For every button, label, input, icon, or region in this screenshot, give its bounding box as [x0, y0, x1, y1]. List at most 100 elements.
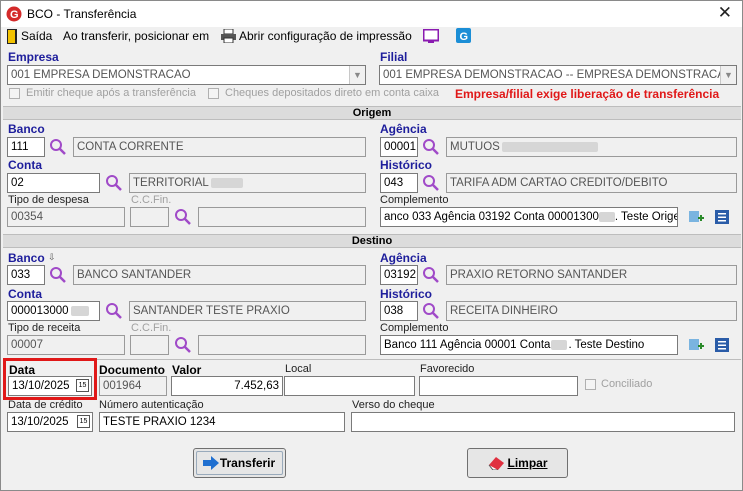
- documento-field: 001964: [99, 376, 167, 396]
- calendar-icon[interactable]: 15: [77, 415, 90, 428]
- monitor-icon[interactable]: [423, 29, 439, 44]
- search-icon[interactable]: [49, 138, 67, 156]
- destino-historico-code-input[interactable]: 038: [380, 301, 418, 321]
- toolbar: Saída Ao transferir, posicionar em Abrir…: [1, 27, 742, 47]
- destino-agencia-label: Agência: [380, 251, 427, 265]
- destino-complemento-label: Complemento: [380, 322, 449, 334]
- clear-button[interactable]: Limpar: [467, 448, 568, 478]
- app-g-icon[interactable]: G: [456, 28, 471, 43]
- search-icon[interactable]: [422, 266, 440, 284]
- search-icon[interactable]: [174, 336, 192, 354]
- print-config-button[interactable]: Abrir configuração de impressão: [239, 29, 412, 43]
- chevron-down-icon: ▼: [349, 66, 365, 84]
- cheque-deposit-label: Cheques depositados direto em conta caix…: [225, 87, 440, 99]
- origem-ccfin-name-field: [198, 207, 366, 227]
- favorecido-label: Favorecido: [420, 363, 475, 375]
- close-button[interactable]: ✕: [718, 3, 732, 23]
- origem-section-header: Origem: [3, 106, 741, 120]
- origem-conta-name-field: TERRITORIAL: [129, 173, 366, 193]
- transfer-position-button[interactable]: Ao transferir, posicionar em: [63, 29, 209, 43]
- origem-complemento-label: Complemento: [380, 194, 449, 206]
- search-icon[interactable]: [105, 302, 123, 320]
- search-icon[interactable]: [422, 138, 440, 156]
- app-logo-icon: G: [6, 6, 22, 22]
- destino-ccfin-input[interactable]: [130, 335, 169, 355]
- destino-conta-code-input[interactable]: 000013000: [7, 301, 100, 321]
- add-complement-icon[interactable]: [689, 209, 705, 225]
- svg-text:G: G: [460, 31, 469, 43]
- destino-tipo-input[interactable]: 00007: [7, 335, 125, 355]
- document-list-icon[interactable]: [714, 209, 730, 225]
- origem-historico-code-input[interactable]: 043: [380, 173, 418, 193]
- warning-text: Empresa/filial exige liberação de transf…: [455, 87, 720, 101]
- redacted-blur: [210, 177, 243, 188]
- search-icon[interactable]: [49, 266, 67, 284]
- origem-agencia-code-input[interactable]: 00001: [380, 137, 418, 157]
- arrow-down-icon: ⇩: [48, 252, 56, 262]
- chevron-down-icon: ▼: [720, 66, 736, 84]
- filial-select[interactable]: 001 EMPRESA DEMONSTRACAO -- EMPRESA DEMO…: [379, 65, 737, 85]
- verso-label: Verso do cheque: [352, 399, 435, 411]
- origem-tipo-input[interactable]: 00354: [7, 207, 125, 227]
- data-credito-input[interactable]: 13/10/2025 15: [7, 412, 93, 432]
- search-icon[interactable]: [174, 208, 192, 226]
- origem-historico-name-field: TARIFA ADM CARTAO CREDITO/DEBITO: [446, 173, 737, 193]
- local-label: Local: [285, 363, 312, 375]
- origem-tipo-label: Tipo de despesa: [8, 194, 89, 206]
- origem-ccfin-label: C.C.Fin.: [131, 194, 172, 206]
- cheque-deposit-checkbox[interactable]: [208, 88, 219, 99]
- add-complement-icon[interactable]: [689, 337, 705, 353]
- valor-input[interactable]: 7.452,63: [171, 376, 283, 396]
- origem-complemento-input[interactable]: anco 033 Agência 03192 Conta 00001300. T…: [380, 207, 678, 227]
- emit-cheque-checkbox[interactable]: [9, 88, 20, 99]
- redacted-blur: [598, 211, 615, 222]
- origem-agencia-label: Agência: [380, 122, 427, 136]
- data-credito-label: Data de crédito: [8, 399, 83, 411]
- destino-ccfin-name-field: [198, 335, 366, 355]
- empresa-label: Empresa: [8, 50, 59, 64]
- destino-banco-label: Banco: [8, 251, 45, 265]
- origem-banco-name-field: CONTA CORRENTE: [73, 137, 366, 157]
- document-list-icon[interactable]: [714, 337, 730, 353]
- window-title: BCO - Transferência: [27, 7, 137, 21]
- destino-banco-code-input[interactable]: 033: [7, 265, 45, 285]
- origem-conta-label: Conta: [8, 158, 42, 172]
- destino-section-header: Destino: [3, 234, 741, 248]
- origem-conta-code-input[interactable]: 02: [7, 173, 100, 193]
- origem-historico-label: Histórico: [380, 158, 433, 172]
- origem-banco-code-input[interactable]: 111: [7, 137, 45, 157]
- search-icon[interactable]: [422, 302, 440, 320]
- redacted-blur: [70, 305, 89, 316]
- search-icon[interactable]: [105, 174, 123, 192]
- destino-agencia-code-input[interactable]: 03192: [380, 265, 418, 285]
- destino-complemento-input[interactable]: Banco 111 Agência 00001 Conta. Teste Des…: [380, 335, 678, 355]
- autenticacao-input[interactable]: TESTE PRAXIO 1234: [99, 412, 345, 432]
- autenticacao-label: Número autenticação: [99, 399, 204, 411]
- empresa-select[interactable]: 001 EMPRESA DEMONSTRACAO ▼: [7, 65, 366, 85]
- conciliado-label: Conciliado: [601, 378, 653, 390]
- transfer-button[interactable]: Transferir: [193, 448, 286, 478]
- arrow-right-icon: [203, 456, 219, 470]
- destino-banco-name-field: BANCO SANTANDER: [73, 265, 366, 285]
- origem-ccfin-input[interactable]: [130, 207, 169, 227]
- exit-door-icon: [7, 29, 17, 44]
- verso-input[interactable]: [351, 412, 735, 432]
- svg-text:G: G: [10, 9, 19, 21]
- title-bar: G BCO - Transferência ✕: [1, 1, 742, 27]
- printer-icon: [221, 29, 236, 43]
- transfer-window: G BCO - Transferência ✕ Saída Ao transfe…: [0, 0, 743, 491]
- destino-agencia-name-field: PRAXIO RETORNO SANTANDER: [446, 265, 737, 285]
- favorecido-input[interactable]: [419, 376, 578, 396]
- destino-conta-label: Conta: [8, 287, 42, 301]
- conciliado-checkbox[interactable]: [585, 379, 596, 390]
- destino-historico-label: Histórico: [380, 287, 433, 301]
- redacted-blur: [501, 141, 598, 152]
- eraser-icon: [488, 457, 504, 470]
- exit-button[interactable]: Saída: [21, 29, 52, 43]
- search-icon[interactable]: [422, 174, 440, 192]
- destino-ccfin-label: C.C.Fin.: [131, 322, 172, 334]
- emit-cheque-label: Emitir cheque após a transferência: [26, 87, 196, 99]
- valor-label: Valor: [172, 363, 202, 377]
- local-input[interactable]: [284, 376, 415, 396]
- origem-agencia-name-field: MUTUOS: [446, 137, 737, 157]
